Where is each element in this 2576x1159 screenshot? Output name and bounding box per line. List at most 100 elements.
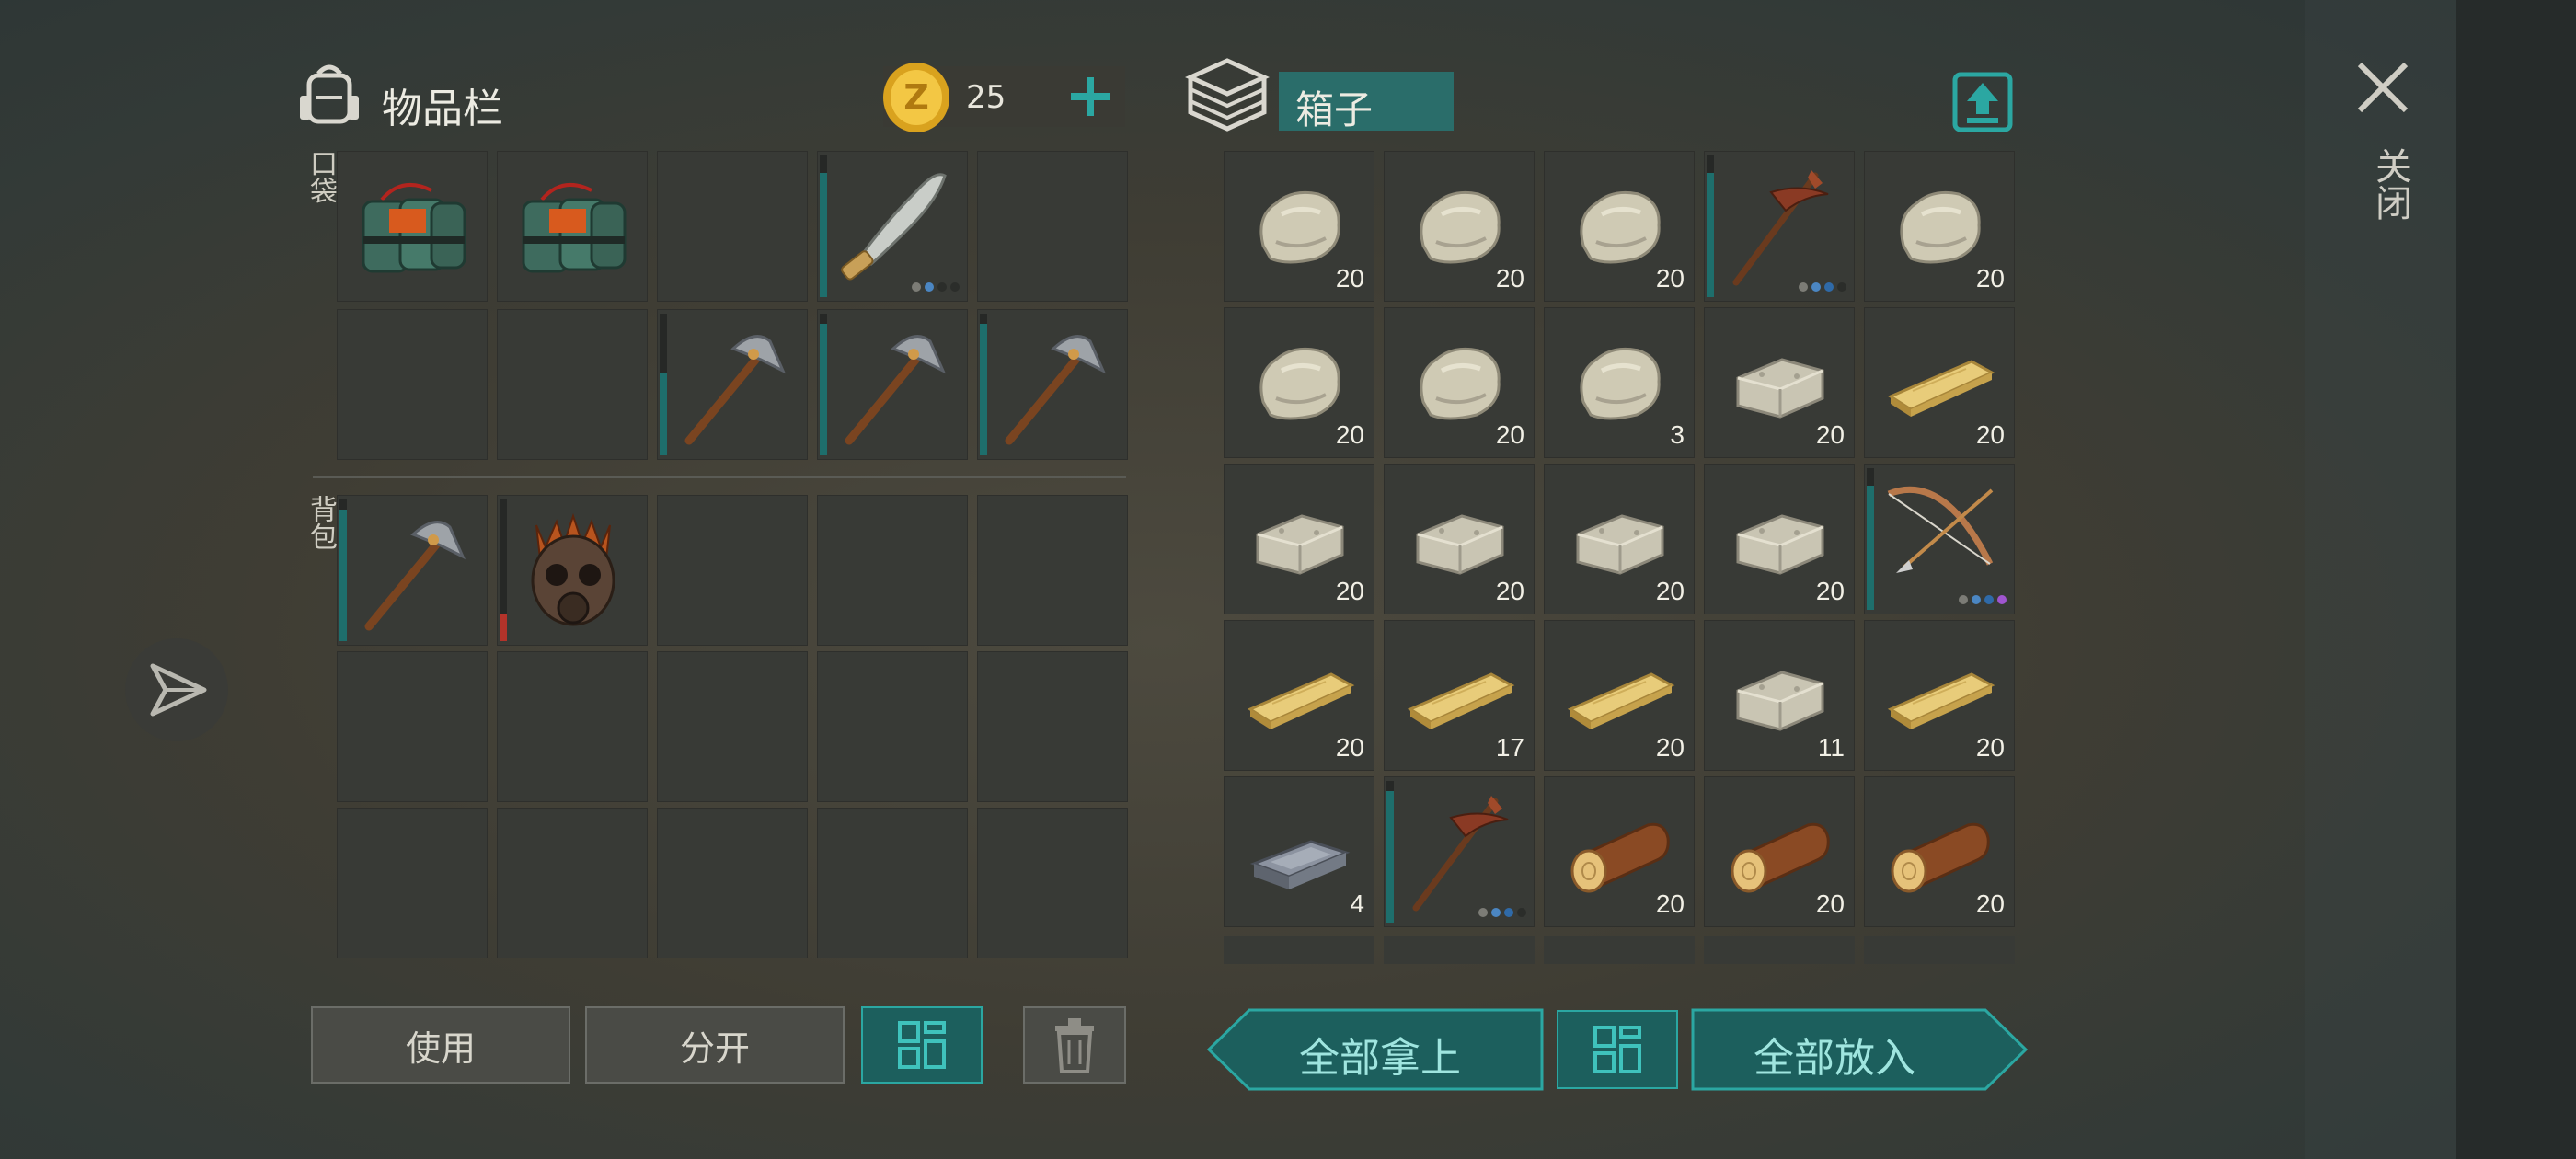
pocket-slot[interactable] xyxy=(817,151,968,302)
inventory-title: 物品栏 xyxy=(382,86,503,132)
chest-slot[interactable]: 20 xyxy=(1544,151,1695,302)
backpack-slot[interactable] xyxy=(497,495,648,646)
pocket-slot[interactable] xyxy=(497,151,648,302)
durability-bar xyxy=(820,173,827,297)
chest-slot[interactable]: 20 xyxy=(1224,464,1374,614)
item-count: 20 xyxy=(1335,420,1364,449)
chest-title-box[interactable]: 箱子 xyxy=(1279,72,1454,132)
slot-partial[interactable] xyxy=(1864,936,2015,964)
pocket-slot[interactable] xyxy=(337,309,488,460)
chest-slot[interactable]: 20 xyxy=(1224,620,1374,771)
item-count: 20 xyxy=(1815,420,1845,449)
durability-bar xyxy=(500,614,507,641)
pocket-slot[interactable] xyxy=(657,309,808,460)
chest-slot[interactable]: 20 xyxy=(1704,307,1855,458)
chest-slot[interactable]: 20 xyxy=(1704,776,1855,927)
coin-icon: Z xyxy=(881,61,951,134)
item-count: 20 xyxy=(1975,733,2005,762)
item-count: 3 xyxy=(1670,420,1685,449)
backpack-slot[interactable] xyxy=(497,808,648,958)
pocket-slot[interactable] xyxy=(497,309,648,460)
backpack-label: 背包 xyxy=(305,495,337,550)
slot-partial[interactable] xyxy=(1704,936,1855,964)
close-button[interactable]: 关闭 xyxy=(2351,55,2415,239)
item-count: 20 xyxy=(1975,889,2005,918)
trash-button[interactable] xyxy=(1023,1006,1126,1084)
pocket-slot[interactable] xyxy=(817,309,968,460)
quality-dot xyxy=(912,282,921,292)
chest-slot[interactable]: 17 xyxy=(1384,620,1535,771)
take-all-button[interactable]: 全部拿上 xyxy=(1207,1008,1544,1091)
quality-dots xyxy=(912,282,960,292)
chest-slot[interactable] xyxy=(1384,776,1535,927)
chest-slot[interactable]: 20 xyxy=(1864,307,2015,458)
item-count: 20 xyxy=(1655,889,1685,918)
item-count: 20 xyxy=(1975,264,2005,293)
item-count: 17 xyxy=(1495,733,1524,762)
chest-slot[interactable]: 20 xyxy=(1544,620,1695,771)
durability-bar xyxy=(980,324,987,455)
slot-partial[interactable] xyxy=(1544,936,1695,964)
backpack-slot[interactable] xyxy=(817,495,968,646)
durability-bar xyxy=(339,510,347,641)
coin-counter: Z 25 xyxy=(883,63,1125,132)
upload-button[interactable] xyxy=(1952,72,2013,132)
chest-slot[interactable]: 20 xyxy=(1384,151,1535,302)
backpack-slot[interactable] xyxy=(977,651,1128,802)
section-divider xyxy=(313,476,1126,478)
chest-slot[interactable]: 11 xyxy=(1704,620,1855,771)
chest-slot[interactable]: 20 xyxy=(1704,464,1855,614)
item-count: 20 xyxy=(1495,264,1524,293)
chest-slot[interactable]: 20 xyxy=(1224,151,1374,302)
send-button[interactable] xyxy=(125,638,228,741)
chest-slot[interactable]: 20 xyxy=(1384,307,1535,458)
chest-slot[interactable]: 20 xyxy=(1864,151,2015,302)
chest-slot[interactable]: 20 xyxy=(1544,776,1695,927)
item-count: 20 xyxy=(1975,420,2005,449)
add-coins-button[interactable] xyxy=(1063,72,1118,121)
backpack-slot[interactable] xyxy=(817,651,968,802)
chest-slot[interactable]: 20 xyxy=(1224,307,1374,458)
inventory-sort-button[interactable] xyxy=(861,1006,983,1084)
backpack-slot[interactable] xyxy=(337,808,488,958)
backpack-slot[interactable] xyxy=(977,808,1128,958)
chest-slot[interactable] xyxy=(1864,464,2015,614)
screen-edge xyxy=(2456,0,2576,1159)
slot-partial[interactable] xyxy=(1224,936,1374,964)
slot-partial[interactable] xyxy=(1384,936,1535,964)
item-count: 20 xyxy=(1655,264,1685,293)
trash-icon xyxy=(1055,1018,1094,1073)
close-label: 关闭 xyxy=(2369,147,2411,221)
quality-dot xyxy=(1478,908,1488,917)
backpack-slot[interactable] xyxy=(977,495,1128,646)
split-button[interactable]: 分开 xyxy=(585,1006,845,1084)
put-all-button[interactable]: 全部放入 xyxy=(1691,1008,2028,1091)
backpack-slot[interactable] xyxy=(657,808,808,958)
quality-dot xyxy=(1837,282,1846,292)
quality-dots xyxy=(1959,595,2007,604)
chest-slot[interactable]: 20 xyxy=(1544,464,1695,614)
pocket-slot[interactable] xyxy=(977,151,1128,302)
quality-dot xyxy=(925,282,934,292)
backpack-slot[interactable] xyxy=(497,651,648,802)
pocket-slot[interactable] xyxy=(657,151,808,302)
chest-slot[interactable]: 20 xyxy=(1864,776,2015,927)
chest-slot[interactable]: 20 xyxy=(1384,464,1535,614)
backpack-slot[interactable] xyxy=(657,495,808,646)
backpack-slot[interactable] xyxy=(817,808,968,958)
chest-slot[interactable]: 3 xyxy=(1544,307,1695,458)
chest-slot[interactable] xyxy=(1704,151,1855,302)
quality-dot xyxy=(1491,908,1501,917)
chest-slot[interactable]: 4 xyxy=(1224,776,1374,927)
use-button[interactable]: 使用 xyxy=(311,1006,570,1084)
pocket-slot[interactable] xyxy=(977,309,1128,460)
backpack-slot[interactable] xyxy=(657,651,808,802)
backpack-slot[interactable] xyxy=(337,495,488,646)
chest-sort-button[interactable] xyxy=(1557,1010,1678,1089)
chest-slot[interactable]: 20 xyxy=(1864,620,2015,771)
item-count: 20 xyxy=(1655,733,1685,762)
pocket-slot[interactable] xyxy=(337,151,488,302)
quality-dots xyxy=(1478,908,1526,917)
quality-dot xyxy=(1972,595,1981,604)
backpack-slot[interactable] xyxy=(337,651,488,802)
